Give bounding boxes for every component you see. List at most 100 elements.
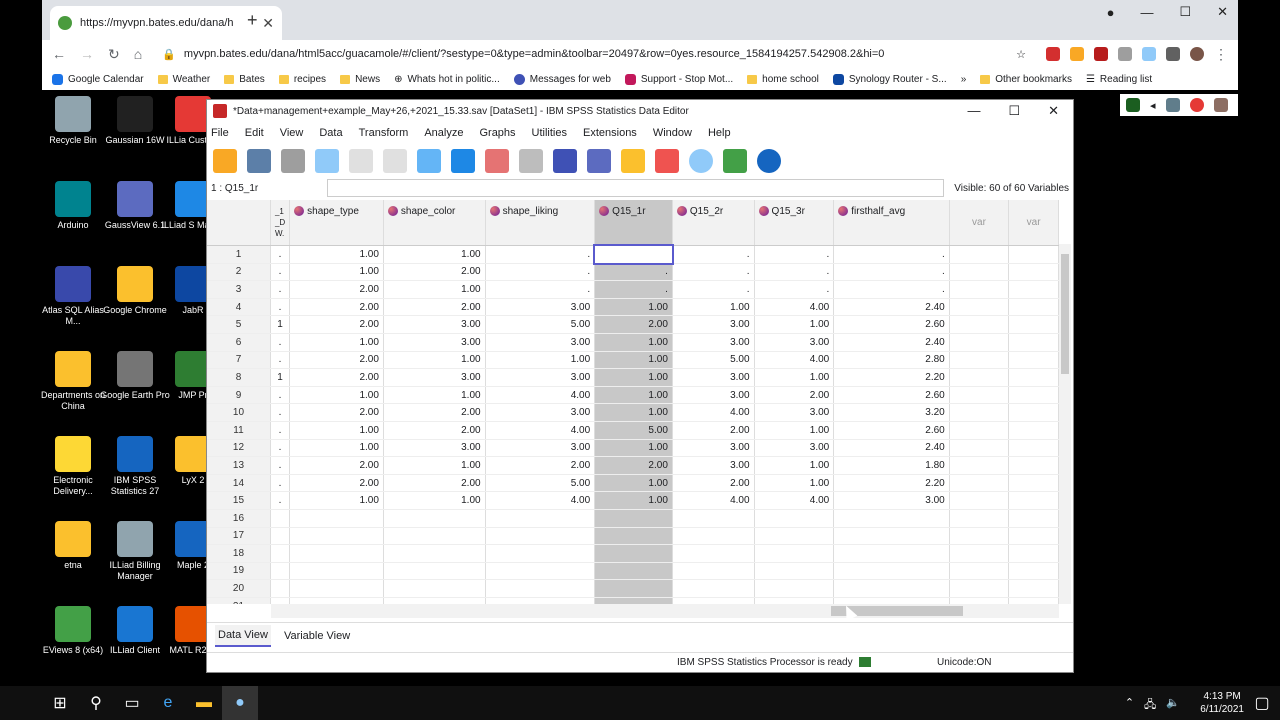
empty-var-cell[interactable] [949, 280, 1010, 299]
table-cell[interactable]: 3.00 [383, 333, 486, 352]
screen-icon[interactable] [1165, 98, 1180, 112]
empty-var-cell[interactable] [1008, 298, 1059, 317]
table-cell[interactable]: 3.00 [672, 439, 755, 458]
bookmark-item[interactable]: News [340, 74, 380, 85]
empty-var-cell[interactable] [1008, 597, 1059, 604]
empty-var-cell[interactable] [1008, 333, 1059, 352]
empty-var-cell[interactable] [949, 439, 1010, 458]
empty-var-cell[interactable] [1008, 351, 1059, 370]
empty-var-cell[interactable] [949, 368, 1010, 387]
empty-var-cell[interactable] [949, 544, 1010, 563]
bookmark-item[interactable]: Google Calendar [52, 73, 144, 85]
reload-icon[interactable]: ↻ [108, 46, 120, 63]
table-cell[interactable] [485, 579, 596, 598]
table-cell[interactable]: 2.00 [383, 474, 486, 493]
table-cell[interactable] [594, 509, 673, 528]
bookmark-item[interactable]: Messages for web [513, 73, 611, 85]
empty-var-cell[interactable] [1008, 280, 1059, 299]
table-cell[interactable]: 2.00 [383, 263, 486, 282]
network-icon[interactable]: 🖧 [1144, 696, 1156, 715]
table-cell[interactable]: 1.00 [289, 333, 384, 352]
empty-var-cell[interactable] [949, 315, 1010, 334]
table-cell[interactable]: . [594, 263, 673, 282]
column-header[interactable]: firsthalf_avg [833, 200, 950, 246]
shield-extension-icon[interactable] [1094, 47, 1108, 61]
table-cell[interactable]: 1.00 [383, 245, 486, 264]
table-cell[interactable]: . [270, 421, 291, 440]
menu-dots-icon[interactable]: ⋮ [1214, 46, 1228, 63]
bookmark-star-icon[interactable]: ☆ [1016, 48, 1026, 61]
table-cell[interactable]: 5.00 [485, 315, 596, 334]
table-cell[interactable] [485, 597, 596, 604]
table-cell[interactable]: 3.00 [485, 403, 596, 422]
table-cell[interactable]: 1.00 [594, 386, 673, 405]
table-cell[interactable]: 3.00 [672, 333, 755, 352]
file-explorer-icon[interactable]: ▬ [186, 686, 222, 720]
menu-view[interactable]: View [280, 127, 304, 139]
table-cell[interactable] [672, 562, 755, 581]
insert-variable-icon[interactable] [621, 149, 645, 173]
table-cell[interactable]: 3.00 [754, 439, 835, 458]
table-cell[interactable] [672, 509, 755, 528]
table-cell[interactable]: 1.00 [594, 333, 673, 352]
desktop-icon[interactable]: Atlas SQL Alias M... [38, 266, 108, 327]
table-cell[interactable]: 2.40 [833, 439, 950, 458]
empty-var-cell[interactable] [949, 421, 1010, 440]
table-cell[interactable]: . [270, 280, 291, 299]
table-cell[interactable]: 5.00 [672, 351, 755, 370]
table-cell[interactable]: . [270, 403, 291, 422]
redo-icon[interactable] [383, 149, 407, 173]
table-cell[interactable]: 1.00 [485, 351, 596, 370]
table-cell[interactable]: 3.00 [672, 315, 755, 334]
forward-icon[interactable]: → [80, 46, 94, 62]
table-cell[interactable]: 2.60 [833, 421, 950, 440]
empty-var-cell[interactable] [1008, 386, 1059, 405]
row-number[interactable]: 15 [207, 491, 271, 510]
extension-icon[interactable] [1118, 47, 1132, 61]
row-number[interactable]: 9 [207, 386, 271, 405]
table-cell[interactable]: 3.00 [672, 368, 755, 387]
table-cell[interactable]: 1 [270, 315, 291, 334]
table-cell[interactable]: 2.00 [289, 403, 384, 422]
goto-case-icon[interactable] [417, 149, 441, 173]
desktop-icon[interactable]: Electronic Delivery... [38, 436, 108, 497]
table-cell[interactable]: 2.60 [833, 315, 950, 334]
empty-var-cell[interactable] [1008, 474, 1059, 493]
new-tab-icon[interactable]: + [247, 10, 258, 31]
empty-var-cell[interactable] [949, 491, 1010, 510]
select-cases-icon[interactable] [723, 149, 747, 173]
spss-taskbar-icon[interactable]: ● [222, 686, 258, 720]
menu-analyze[interactable]: Analyze [424, 127, 463, 139]
volume-icon[interactable]: 🔈 [1166, 696, 1180, 715]
table-cell[interactable]: . [672, 245, 755, 264]
table-cell[interactable]: 2.00 [594, 315, 673, 334]
table-cell[interactable] [383, 527, 486, 546]
row-number[interactable]: 8 [207, 368, 271, 387]
column-header[interactable]: _1 _D W. [270, 200, 291, 246]
reading-list[interactable]: ☰ Reading list [1086, 74, 1152, 85]
table-cell[interactable]: . [485, 280, 596, 299]
row-number[interactable]: 12 [207, 439, 271, 458]
table-cell[interactable] [270, 544, 291, 563]
empty-var-cell[interactable] [949, 527, 1010, 546]
puzzle-icon[interactable] [1166, 47, 1180, 61]
recall-dialog-icon[interactable] [315, 149, 339, 173]
desktop-icon[interactable]: EViews 8 (x64) [38, 606, 108, 656]
table-cell[interactable]: 4.00 [754, 491, 835, 510]
row-number[interactable]: 3 [207, 280, 271, 299]
table-cell[interactable]: . [754, 263, 835, 282]
search-icon[interactable]: ⚲ [78, 686, 114, 720]
table-cell[interactable]: 3.00 [754, 403, 835, 422]
vertical-scrollbar[interactable] [1059, 244, 1071, 604]
bookmarks-overflow[interactable]: » [961, 74, 967, 85]
table-cell[interactable] [833, 527, 950, 546]
empty-var-cell[interactable] [949, 597, 1010, 604]
column-header[interactable]: shape_liking [485, 200, 596, 246]
column-header[interactable]: Q15_1r [594, 200, 673, 246]
table-cell[interactable]: 1.80 [833, 456, 950, 475]
minimize-icon[interactable]: — [967, 103, 980, 119]
table-cell[interactable] [289, 527, 384, 546]
table-cell[interactable]: 3.20 [833, 403, 950, 422]
row-number[interactable]: 21 [207, 597, 271, 604]
bookmark-item[interactable]: Weather [157, 74, 210, 85]
